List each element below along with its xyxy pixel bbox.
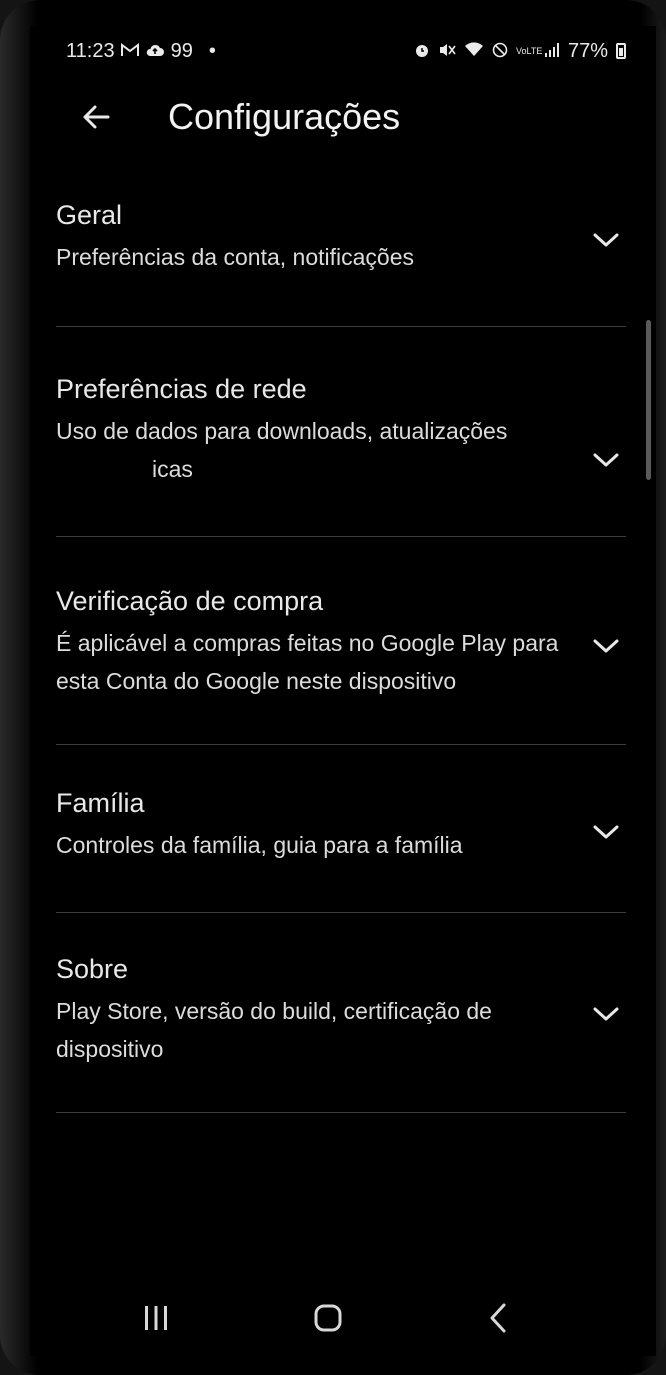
home-button[interactable] [298,1288,358,1348]
settings-section-rede[interactable]: Preferências de rede Uso de dados para d… [56,372,626,488]
back-button[interactable] [66,87,126,147]
battery-icon [616,43,626,59]
volte-icon: VoLTE [515,45,543,56]
divider [56,326,626,327]
back-icon [490,1303,506,1333]
status-time: 11:23 [66,39,115,62]
divider [56,1112,626,1113]
settings-section-sobre[interactable]: Sobre Play Store, versão do build, certi… [56,952,626,1068]
cloud-upload-icon [145,43,165,60]
home-icon [314,1304,342,1332]
section-description: Controles da família, guia para a famíli… [56,832,463,858]
section-description: Play Store, versão do build, certificaçã… [56,998,492,1062]
settings-section-geral[interactable]: Geral Preferências da conta, notificaçõe… [56,198,626,276]
nav-back-button[interactable] [468,1288,528,1348]
settings-section-familia[interactable]: Família Controles da família, guia para … [56,786,626,864]
screen: 11:23 99 • VoLTE 77% Configurações Geral… [30,26,656,1356]
wifi-icon [464,41,484,61]
chevron-down-icon[interactable] [586,220,626,260]
gmail-icon [120,42,139,60]
section-description-line2: icas [152,456,193,482]
divider [56,912,626,913]
divider [56,536,626,537]
navigation-bar [30,1280,656,1356]
section-description-line1: Uso de dados para downloads, atualizaçõe… [56,418,508,444]
status-bar: 11:23 99 • VoLTE 77% [66,36,626,66]
arrow-left-icon [83,105,110,129]
notification-count: 99 [170,39,193,62]
alarm-icon [414,42,430,61]
scrollbar-thumb[interactable] [646,320,651,480]
recents-button[interactable] [126,1288,186,1348]
page-title: Configurações [168,96,401,137]
section-title: Geral [56,200,123,230]
signal-icon [544,42,560,61]
status-right: VoLTE 77% [414,40,626,63]
battery-percent: 77% [567,39,608,62]
phone-frame: 11:23 99 • VoLTE 77% Configurações Geral… [0,0,666,1375]
chevron-down-icon[interactable] [586,626,626,666]
section-description: Uso de dados para downloads, atualizaçõe… [56,412,596,488]
mute-icon [438,42,456,61]
app-bar: Configurações [30,82,656,152]
chevron-down-icon[interactable] [586,994,626,1034]
recents-icon [145,1306,167,1330]
do-not-disturb-icon [492,42,508,61]
divider [56,744,626,745]
chevron-down-icon[interactable] [586,812,626,852]
settings-section-verificacao[interactable]: Verificação de compra É aplicável a comp… [56,584,626,700]
section-title: Família [56,788,145,818]
section-title: Verificação de compra [56,586,324,616]
status-left: 11:23 99 • [66,40,216,63]
section-title: Preferências de rede [56,374,307,404]
section-description: Preferências da conta, notificações [56,244,414,270]
chevron-down-icon[interactable] [586,440,626,480]
section-title: Sobre [56,954,129,984]
notification-dot: • [208,39,216,62]
section-description: É aplicável a compras feitas no Google P… [56,630,559,694]
